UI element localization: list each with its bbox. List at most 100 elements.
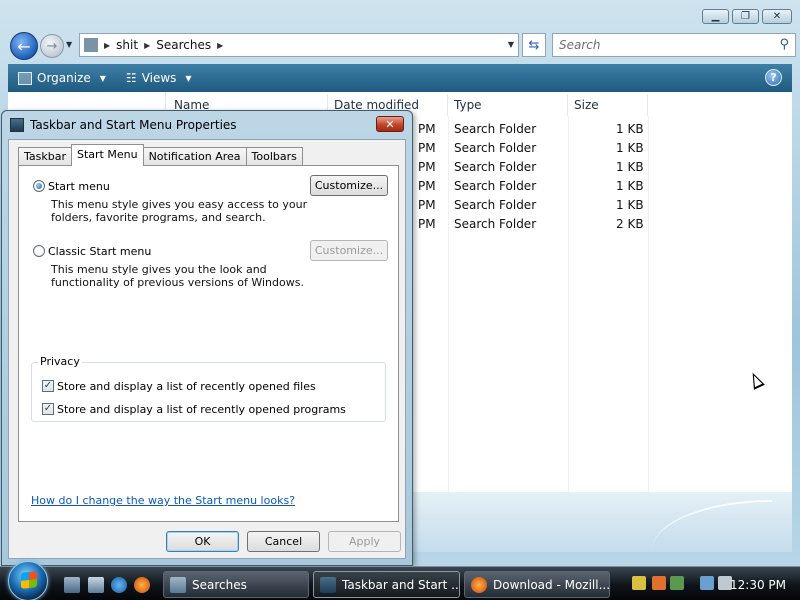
date-cell: PM [418,160,436,174]
folder-icon [170,576,186,593]
taskbar: Searches Taskbar and Start ... Download … [0,561,800,600]
firefox-icon [471,576,487,593]
address-dropdown[interactable]: ▼ [508,40,514,49]
date-cell: PM [418,198,436,212]
views-label: Views [141,71,177,85]
task-label: Taskbar and Start ... [342,577,460,592]
system-tray: 12:30 PM [626,571,800,598]
customize-start-menu-button[interactable]: Customize... [310,175,388,196]
breadcrumb-item[interactable]: shit [116,38,138,52]
minimize-button[interactable]: ▁ [702,9,729,24]
type-cell: Search Folder [454,141,537,155]
column-header-type[interactable]: Type [448,94,568,116]
start-menu-radio[interactable] [33,180,45,192]
views-icon: ☷ [125,71,137,85]
tray-icon[interactable] [632,576,646,590]
start-menu-desc-2: folders, favorite programs, and search. [51,211,266,224]
size-cell: 1 KB [616,141,644,155]
dialog-title: Taskbar and Start Menu Properties [30,118,237,132]
start-menu-label[interactable]: Start menu [48,180,110,193]
recent-files-checkbox[interactable]: ✓ [42,380,54,392]
window-controls: ▁ ❐ ✕ [702,9,792,24]
help-button[interactable]: ? [765,69,782,86]
type-cell: Search Folder [454,160,537,174]
start-button[interactable] [8,561,48,600]
tab-strip: Taskbar Start Menu Notification Area Too… [18,144,303,166]
close-button[interactable]: ✕ [762,9,792,24]
date-cell: PM [418,122,436,136]
classic-start-menu-radio[interactable] [33,245,45,257]
clock[interactable]: 12:30 PM [730,578,786,592]
size-cell: 1 KB [616,179,644,193]
recent-programs-label[interactable]: Store and display a list of recently ope… [57,403,346,416]
date-cell: PM [418,141,436,155]
task-taskbar-properties[interactable]: Taskbar and Start ... [313,571,460,598]
column-header-size[interactable]: Size [568,94,648,116]
task-label: Download - Mozill... [493,577,610,592]
show-desktop-icon[interactable] [64,577,80,593]
type-cell: Search Folder [454,198,537,212]
date-cell: PM [418,179,436,193]
tab-taskbar[interactable]: Taskbar [18,147,72,166]
windows-logo-icon [21,571,37,589]
back-arrow-icon: ← [17,36,31,56]
type-cell: Search Folder [454,179,537,193]
size-cell: 2 KB [616,217,644,231]
column-divider [648,116,649,492]
taskbar-properties-icon [10,118,24,132]
start-menu-desc-1: This menu style gives you easy access to… [51,198,308,211]
chevron-down-icon: ▼ [185,73,192,83]
breadcrumb-item[interactable]: Searches [156,38,211,52]
classic-start-menu-label[interactable]: Classic Start menu [48,245,151,258]
help-link[interactable]: How do I change the way the Start menu l… [31,494,295,507]
task-firefox-download[interactable]: Download - Mozill... [464,571,610,598]
search-icon[interactable]: ⚲ [779,37,789,52]
tray-icon[interactable] [670,576,684,590]
size-cell: 1 KB [616,122,644,136]
address-bar[interactable]: ▶ shit ▶ Searches ▶ ▼ [79,33,519,57]
apply-button[interactable]: Apply [328,531,401,552]
type-cell: Search Folder [454,217,537,231]
chevron-right-icon[interactable]: ▶ [144,41,150,50]
dialog-body: Taskbar Start Menu Notification Area Too… [8,139,406,559]
recent-pages-dropdown[interactable]: ▼ [66,40,72,49]
switch-windows-icon[interactable] [88,577,104,593]
tab-notification-area[interactable]: Notification Area [142,147,247,166]
forward-arrow-icon: → [46,38,58,54]
refresh-button[interactable]: ⇆ [522,33,546,57]
privacy-group: Privacy ✓ Store and display a list of re… [31,355,386,422]
forward-button[interactable]: → [40,34,64,58]
search-input[interactable]: Search ⚲ [552,33,796,57]
network-icon[interactable] [700,576,714,590]
help-icon: ? [770,71,777,84]
recent-files-label[interactable]: Store and display a list of recently ope… [57,380,316,393]
refresh-icon: ⇆ [528,37,540,53]
close-icon: ✕ [385,117,395,131]
views-button[interactable]: ☷ Views ▼ [116,71,202,85]
chevron-right-icon[interactable]: ▶ [104,41,110,50]
dialog-close-button[interactable]: ✕ [376,116,404,132]
maximize-button[interactable]: ❐ [732,9,759,24]
cancel-button[interactable]: Cancel [247,531,320,552]
recent-programs-checkbox[interactable]: ✓ [42,403,54,415]
security-shield-icon[interactable] [652,576,666,590]
back-button[interactable]: ← [10,32,38,60]
size-cell: 1 KB [616,160,644,174]
task-searches[interactable]: Searches [163,571,309,598]
ok-button[interactable]: OK [166,531,239,552]
chevron-right-icon[interactable]: ▶ [217,41,223,50]
organize-button[interactable]: Organize ▼ [8,71,116,85]
task-label: Searches [192,577,247,592]
internet-explorer-icon[interactable] [111,577,127,593]
properties-dialog: Taskbar and Start Menu Properties ✕ Task… [1,110,413,566]
taskbar-properties-icon [320,576,336,593]
tab-start-menu[interactable]: Start Menu [71,144,144,166]
classic-menu-desc-1: This menu style gives you the look and [51,263,267,276]
organize-icon [18,71,32,85]
type-cell: Search Folder [454,122,537,136]
firefox-icon[interactable] [134,577,150,593]
tab-toolbars[interactable]: Toolbars [245,147,303,166]
organize-label: Organize [37,71,91,85]
customize-classic-button[interactable]: Customize... [310,240,388,261]
classic-menu-desc-2: functionality of previous versions of Wi… [51,276,304,289]
